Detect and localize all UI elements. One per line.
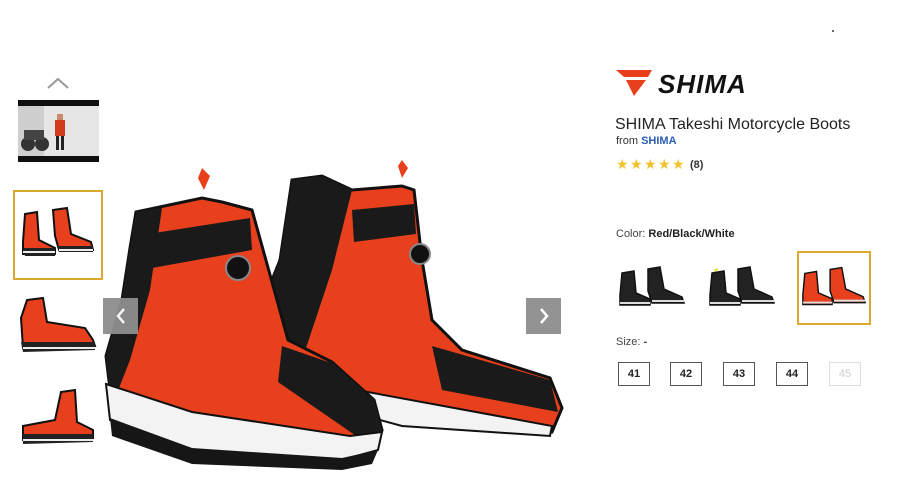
gallery-next-button[interactable] <box>526 298 561 334</box>
from-line: from SHIMA <box>616 135 677 147</box>
chevron-right-icon <box>539 308 549 324</box>
color-label: Color: Red/Black/White <box>616 228 735 240</box>
boots-thumbnail-image <box>22 206 95 256</box>
decorative-dot <box>832 30 834 32</box>
size-option-43[interactable]: 43 <box>723 362 755 386</box>
brand-logo[interactable]: SHIMA <box>616 68 796 99</box>
size-option-45: 45 <box>829 362 861 386</box>
red-boots-swatch-image <box>802 266 867 306</box>
size-label: Size: - <box>616 336 647 348</box>
rating[interactable]: ★ ★ ★ ★ ★ (8) <box>616 156 703 172</box>
size-option-44[interactable]: 44 <box>776 362 808 386</box>
thumbnail-side-rear[interactable] <box>15 382 99 452</box>
star-icon: ★ <box>658 156 671 172</box>
star-icon: ★ <box>672 156 685 172</box>
black-boots-swatch-image <box>619 266 686 306</box>
brand-link[interactable]: SHIMA <box>641 135 676 147</box>
boot-rear-thumbnail-image <box>22 388 94 444</box>
size-selected-value: - <box>643 336 648 348</box>
color-selected-value: Red/Black/White <box>648 228 735 240</box>
product-title: SHIMA Takeshi Motorcycle Boots <box>615 116 851 133</box>
color-swatch-black-yellow[interactable] <box>705 251 779 325</box>
boots-main-image <box>104 160 564 470</box>
from-prefix: from <box>616 135 638 147</box>
chevron-left-icon <box>115 308 125 324</box>
size-label-prefix: Size: <box>616 336 641 348</box>
color-swatch-red-black-white[interactable] <box>797 251 871 325</box>
color-swatch-black[interactable] <box>615 251 689 325</box>
review-count[interactable]: (8) <box>690 159 703 171</box>
shima-logo-mark <box>616 70 652 96</box>
gallery-prev-button[interactable] <box>103 298 138 334</box>
boot-side-thumbnail-image <box>19 296 97 352</box>
thumbnail-side[interactable] <box>15 290 99 360</box>
black-yellow-boots-swatch-image <box>709 266 776 306</box>
thumbnail-video[interactable] <box>18 100 99 162</box>
star-icon: ★ <box>630 156 643 172</box>
size-option-41[interactable]: 41 <box>618 362 650 386</box>
video-thumbnail-image <box>18 106 99 156</box>
color-label-prefix: Color: <box>616 228 646 240</box>
star-icon: ★ <box>616 156 629 172</box>
brand-logo-text: SHIMA <box>658 69 747 99</box>
chevron-up-icon[interactable] <box>46 76 70 90</box>
size-option-42[interactable]: 42 <box>670 362 702 386</box>
main-product-image[interactable] <box>102 150 564 472</box>
star-icon: ★ <box>644 156 657 172</box>
thumbnail-pair[interactable] <box>13 190 103 280</box>
